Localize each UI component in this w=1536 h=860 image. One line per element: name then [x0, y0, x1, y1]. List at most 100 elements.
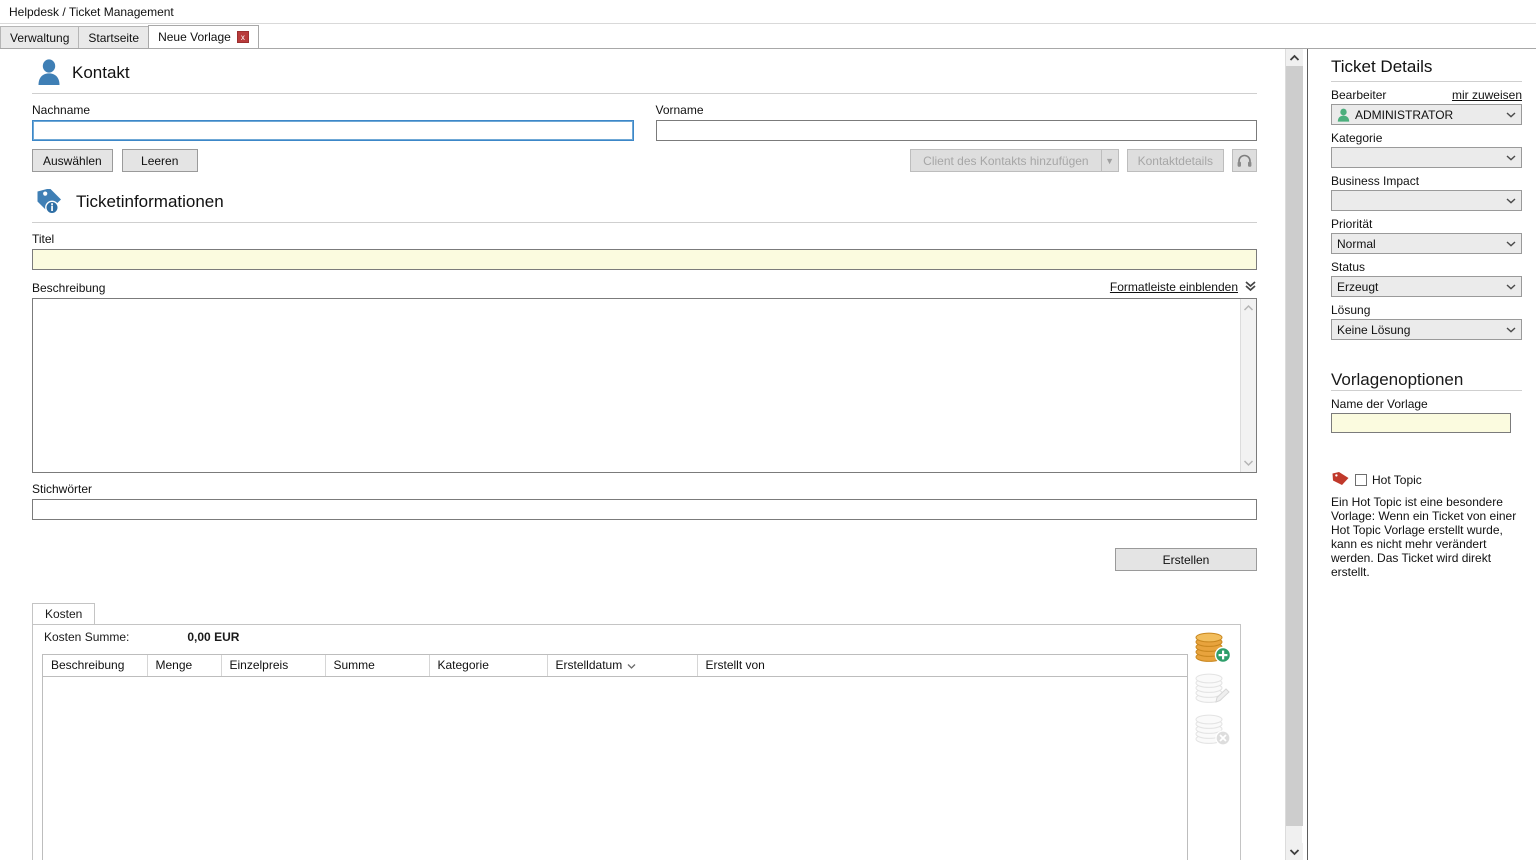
chevron-down-icon[interactable] [1506, 326, 1516, 333]
firstname-label: Vorname [656, 103, 1258, 117]
kosten-summary: Kosten Summe: 0,00 EUR [33, 625, 1240, 649]
contact-details-button[interactable]: Kontaktdetails [1127, 149, 1224, 172]
hot-topic-checkbox[interactable] [1355, 474, 1367, 486]
tab-label: Startseite [88, 31, 139, 45]
keywords-label: Stichwörter [32, 482, 1257, 496]
application-window: Helpdesk / Ticket Management Verwaltung … [0, 0, 1536, 860]
kosten-sum-value: 0,00 EUR [187, 630, 239, 644]
select-contact-button[interactable]: Auswählen [32, 149, 113, 172]
ticket-details-title: Ticket Details [1331, 57, 1522, 81]
description-label: Beschreibung [32, 281, 105, 295]
tab-label: Neue Vorlage [158, 30, 231, 44]
status-select[interactable]: Erzeugt [1331, 276, 1522, 297]
table-header-row: Beschreibung Menge Einzelpreis Summe Kat… [43, 655, 1187, 677]
scrollbar-thumb[interactable] [1286, 66, 1303, 826]
solution-select[interactable]: Keine Lösung [1331, 319, 1522, 340]
ticketinfo-divider [32, 222, 1257, 223]
lastname-label: Nachname [32, 103, 634, 117]
chevron-down-icon[interactable]: ▼ [1101, 150, 1118, 171]
template-options-title: Vorlagenoptionen [1331, 370, 1522, 390]
status-label: Status [1331, 260, 1365, 274]
column-header-erstelldatum-label: Erstelldatum [556, 658, 623, 672]
ticketinfo-heading: Ticketinformationen [76, 192, 224, 212]
title-label: Titel [32, 232, 1257, 246]
tab-close-icon[interactable]: x [237, 31, 249, 43]
kosten-tab-strip: Kosten [32, 603, 1257, 624]
panel-divider [1307, 49, 1308, 860]
column-header-erstelldatum[interactable]: Erstelldatum [547, 655, 697, 677]
contact-section-header: Kontakt [36, 55, 1269, 91]
red-tag-icon [1331, 471, 1350, 489]
delete-cost-icon [1194, 713, 1232, 750]
hot-topic-label: Hot Topic [1372, 473, 1422, 487]
solution-value: Keine Lösung [1337, 323, 1410, 337]
tab-strip: Verwaltung Startseite Neue Vorlage x [0, 25, 1536, 49]
column-header-erstellt-von[interactable]: Erstellt von [697, 655, 1187, 677]
priority-select[interactable]: Normal [1331, 233, 1522, 254]
business-impact-label: Business Impact [1331, 174, 1419, 188]
clear-contact-button[interactable]: Leeren [122, 149, 198, 172]
title-input[interactable] [32, 249, 1257, 270]
scroll-down-icon[interactable] [1243, 456, 1254, 470]
hot-topic-description: Ein Hot Topic ist eine besondere Vorlage… [1331, 495, 1527, 579]
double-chevron-down-icon[interactable] [1244, 279, 1257, 295]
template-name-input[interactable] [1331, 413, 1511, 433]
priority-label: Priorität [1331, 217, 1372, 231]
tab-startseite[interactable]: Startseite [78, 26, 149, 48]
column-header-menge[interactable]: Menge [147, 655, 221, 677]
tag-info-icon [36, 187, 66, 218]
scroll-up-button[interactable] [1286, 49, 1303, 66]
main-vertical-scrollbar[interactable] [1285, 49, 1302, 860]
kosten-tab-label: Kosten [45, 607, 82, 621]
firstname-input[interactable] [656, 120, 1258, 141]
scroll-down-button[interactable] [1286, 843, 1303, 860]
assign-to-me-link[interactable]: mir zuweisen [1452, 88, 1522, 102]
column-header-einzelpreis[interactable]: Einzelpreis [221, 655, 325, 677]
status-value: Erzeugt [1337, 280, 1378, 294]
ticketinfo-section-header: Ticketinformationen [36, 184, 1269, 220]
lastname-input[interactable] [32, 120, 634, 141]
contact-heading: Kontakt [72, 63, 130, 83]
breadcrumb: Helpdesk / Ticket Management [0, 0, 1536, 24]
kosten-table: Beschreibung Menge Einzelpreis Summe Kat… [42, 654, 1188, 860]
business-impact-select[interactable] [1331, 190, 1522, 211]
ticket-details-sidebar: Ticket Details Bearbeiter mir zuweisen A… [1313, 49, 1536, 860]
assignee-select[interactable]: ADMINISTRATOR [1331, 104, 1522, 125]
headset-icon[interactable] [1232, 149, 1257, 172]
category-label: Kategorie [1331, 131, 1382, 145]
sort-chevron-down-icon[interactable] [627, 658, 636, 672]
scroll-up-icon[interactable] [1243, 301, 1254, 315]
show-format-bar-link[interactable]: Formatleiste einblenden [1110, 279, 1257, 295]
add-client-of-contact-button[interactable]: Client des Kontakts hinzufügen ▼ [910, 149, 1118, 172]
tab-verwaltung[interactable]: Verwaltung [0, 26, 79, 48]
add-cost-icon[interactable] [1194, 631, 1232, 668]
column-header-summe[interactable]: Summe [325, 655, 429, 677]
description-scrollbar[interactable] [1240, 299, 1256, 472]
column-header-beschreibung[interactable]: Beschreibung [43, 655, 147, 677]
tab-label: Verwaltung [10, 31, 69, 45]
category-select[interactable] [1331, 147, 1522, 168]
description-textarea-wrapper[interactable] [32, 298, 1257, 473]
ticket-details-divider [1331, 81, 1522, 82]
edit-cost-icon [1194, 672, 1232, 709]
add-client-label: Client des Kontakts hinzufügen [911, 154, 1100, 168]
main-content-area: Kontakt Nachname Vorname Auswähle [0, 49, 1281, 860]
keywords-input[interactable] [32, 499, 1257, 520]
person-icon [36, 58, 62, 89]
chevron-down-icon[interactable] [1506, 154, 1516, 161]
breadcrumb-text: Helpdesk / Ticket Management [9, 5, 174, 19]
assignee-value: ADMINISTRATOR [1355, 108, 1453, 122]
format-link-label: Formatleiste einblenden [1110, 280, 1238, 294]
tab-neue-vorlage[interactable]: Neue Vorlage x [148, 25, 259, 48]
chevron-down-icon[interactable] [1506, 197, 1516, 204]
assignee-person-icon [1337, 108, 1350, 122]
tab-kosten[interactable]: Kosten [32, 603, 95, 624]
column-header-kategorie[interactable]: Kategorie [429, 655, 547, 677]
solution-label: Lösung [1331, 303, 1370, 317]
priority-value: Normal [1337, 237, 1376, 251]
chevron-down-icon[interactable] [1506, 283, 1516, 290]
chevron-down-icon[interactable] [1506, 240, 1516, 247]
create-button[interactable]: Erstellen [1115, 548, 1257, 571]
chevron-down-icon[interactable] [1506, 111, 1516, 118]
template-name-label: Name der Vorlage [1331, 397, 1428, 411]
